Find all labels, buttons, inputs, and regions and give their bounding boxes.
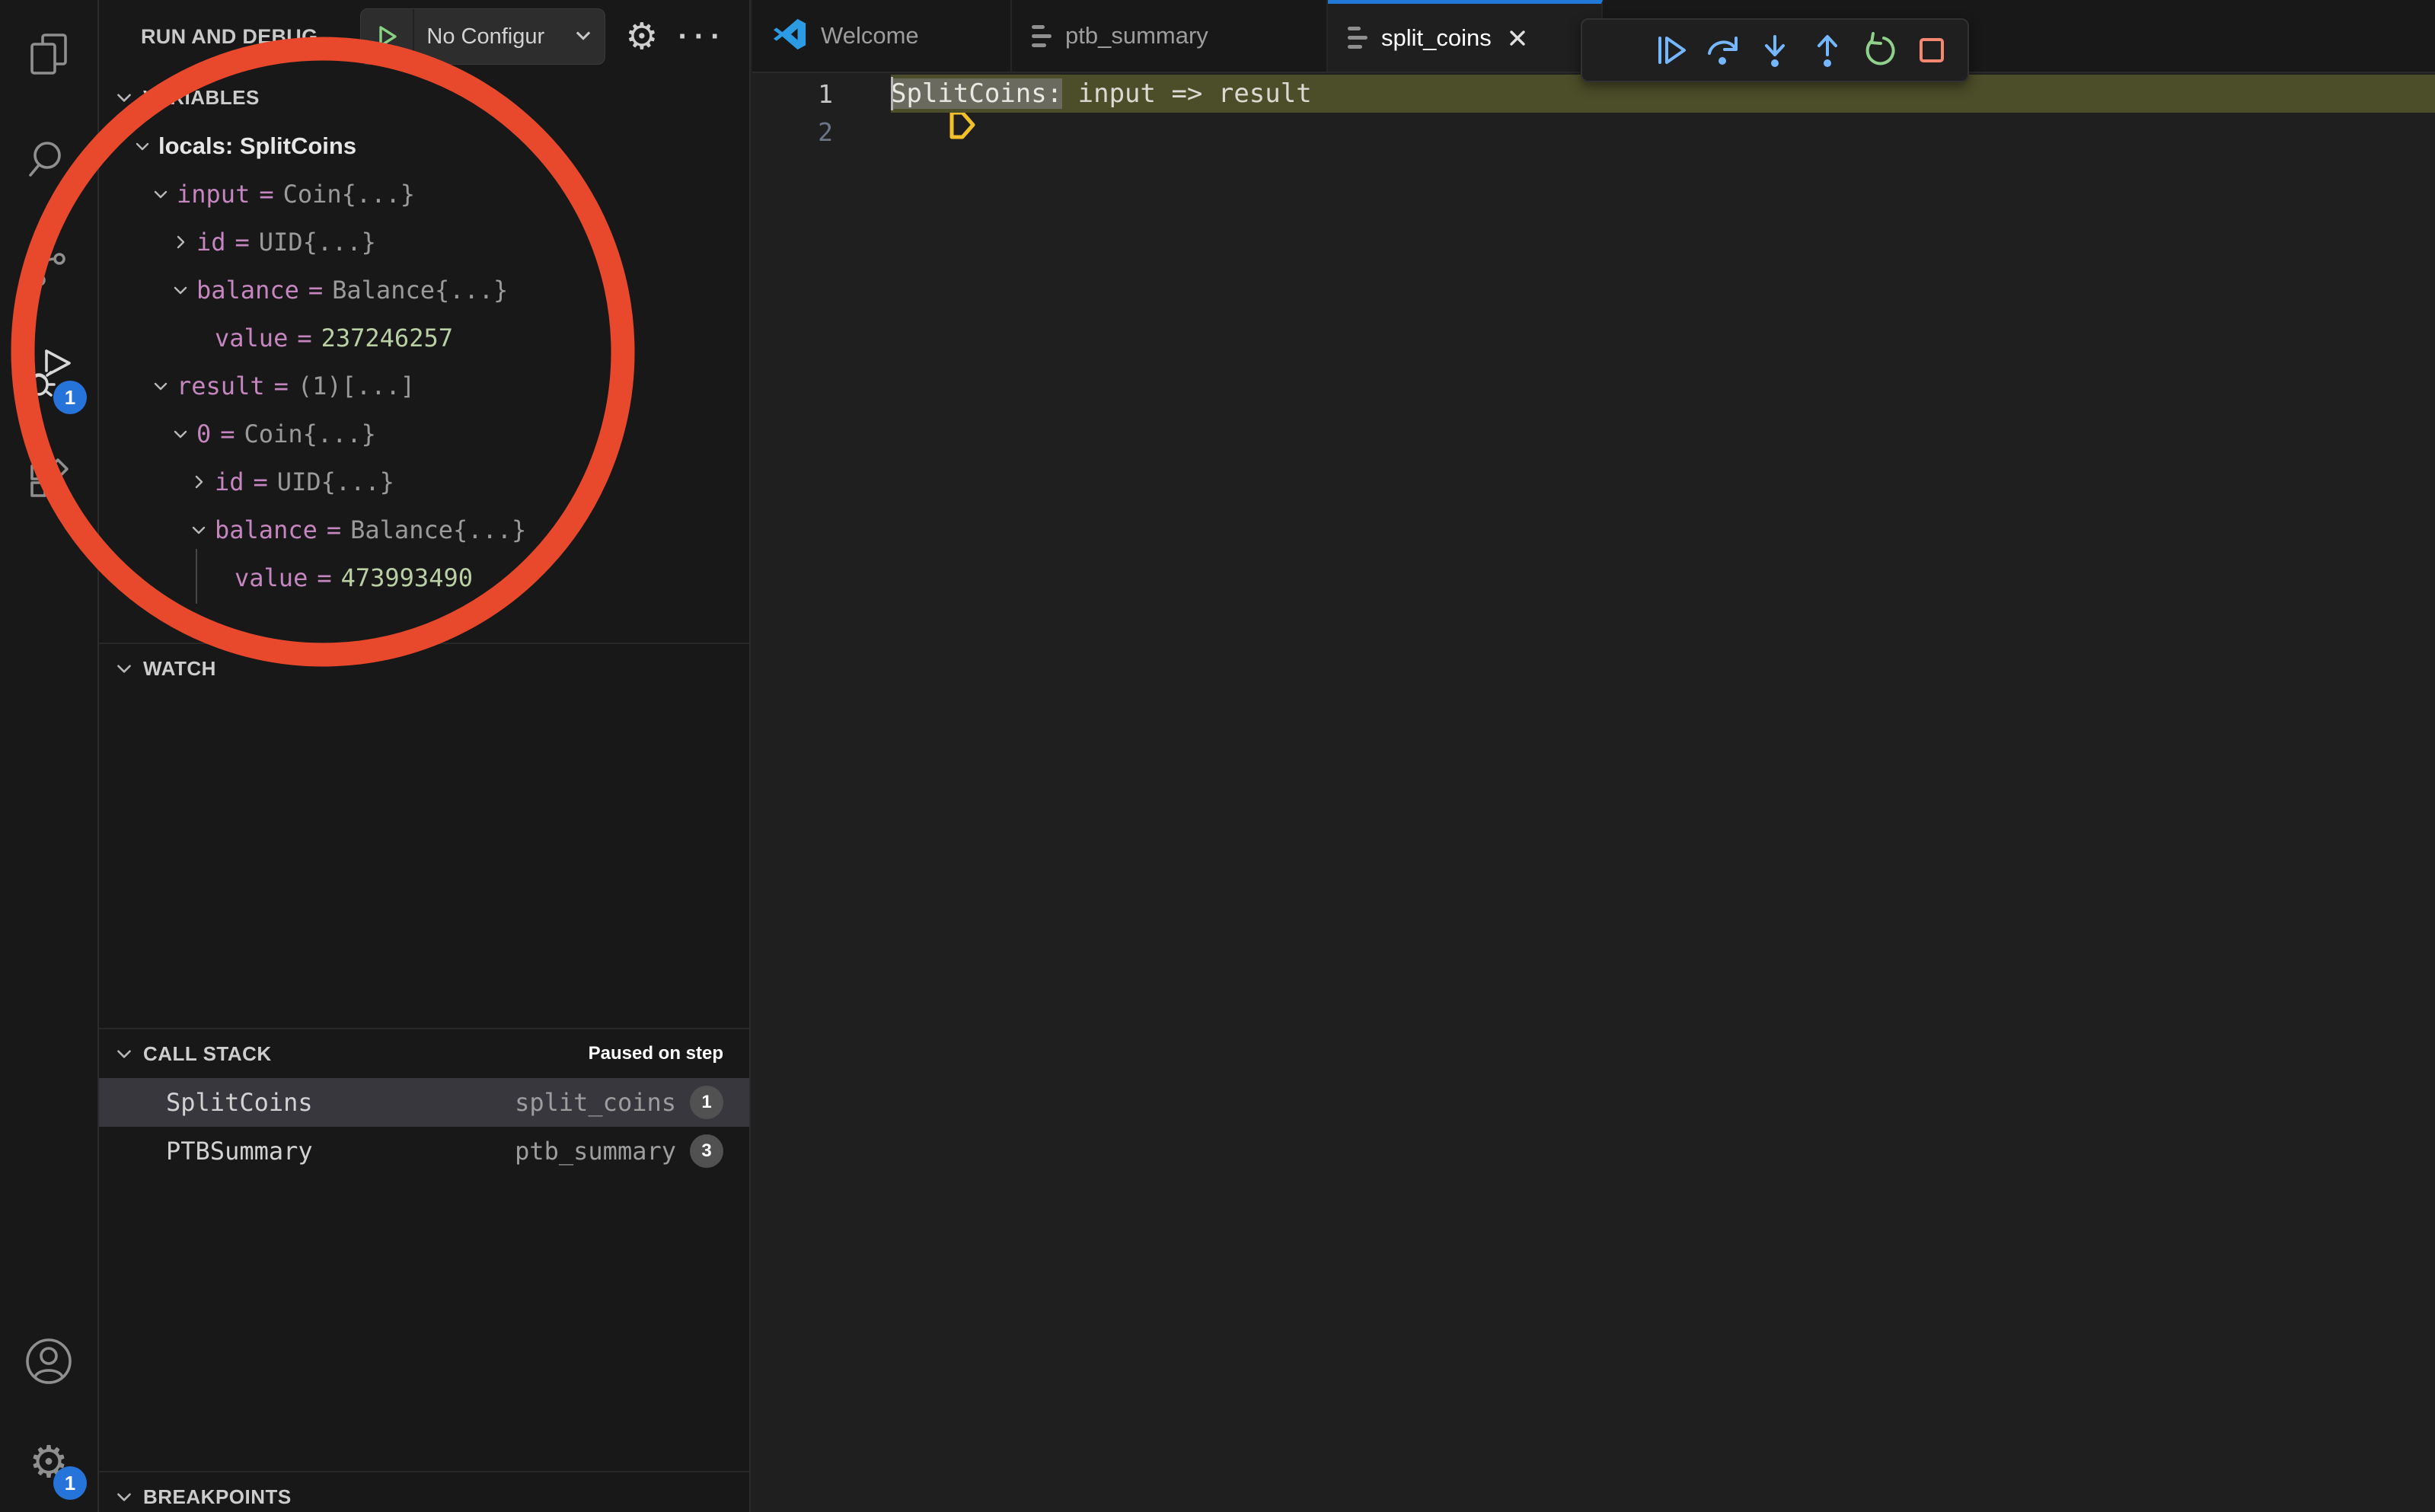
paused-status: Paused on step: [589, 1043, 723, 1064]
call-stack-header[interactable]: CALL STACK Paused on step: [99, 1029, 749, 1078]
chevron-down-icon: [111, 1041, 137, 1067]
search-icon[interactable]: [0, 107, 97, 213]
tree-row-result[interactable]: result = (1)[...]: [99, 362, 749, 410]
breakpoints-section: BREAKPOINTS: [99, 1471, 749, 1512]
chevron-down-icon[interactable]: [148, 181, 174, 207]
start-debugging-icon[interactable]: [361, 9, 414, 64]
chevron-down-icon: [111, 656, 137, 681]
debug-toolbar: [1581, 18, 1969, 82]
restart-icon[interactable]: [1856, 27, 1903, 74]
breakpoints-header[interactable]: BREAKPOINTS: [99, 1472, 749, 1512]
gutter[interactable]: 2: [752, 113, 891, 151]
activity-bar: 1 ⚙ 1: [0, 0, 99, 1512]
line-number: 1: [818, 79, 833, 109]
explorer-icon[interactable]: [0, 0, 97, 107]
watch-header[interactable]: WATCH: [99, 644, 749, 693]
extensions-icon[interactable]: [0, 426, 97, 533]
chevron-down-icon: [111, 85, 137, 110]
editor-group: Welcome ptb_summary split_coins: [752, 0, 2435, 1512]
call-stack-section: CALL STACK Paused on step SplitCoins spl…: [99, 1028, 749, 1471]
file-icon: [1348, 27, 1367, 49]
text-cursor: [891, 77, 893, 110]
step-out-icon[interactable]: [1804, 27, 1851, 74]
source-control-icon[interactable]: [0, 213, 97, 320]
chevron-down-icon[interactable]: [186, 517, 212, 543]
step-over-icon[interactable]: [1699, 27, 1746, 74]
settings-badge: 1: [53, 1466, 87, 1500]
step-into-icon[interactable]: [1751, 27, 1798, 74]
tree-row-input[interactable]: input = Coin{...}: [99, 170, 749, 218]
tree-row-value[interactable]: value = 237246257: [99, 314, 749, 362]
close-icon[interactable]: [1507, 27, 1528, 49]
sidebar-header: RUN AND DEBUG No Configur ⚙ ···: [99, 0, 749, 73]
chevron-down-icon: [573, 24, 594, 49]
tab-welcome[interactable]: Welcome: [752, 0, 1012, 72]
chevron-right-icon[interactable]: [168, 229, 193, 255]
toolbar-drag-grip[interactable]: [1594, 27, 1642, 74]
chevron-down-icon[interactable]: [129, 133, 155, 159]
frame-line-badge: 3: [690, 1134, 723, 1168]
sidebar-title: RUN AND DEBUG: [141, 25, 318, 49]
variables-section: VARIABLES locals: SplitCoins input = Coi…: [99, 73, 749, 643]
continue-icon[interactable]: [1647, 27, 1694, 74]
stack-frame-splitcoins[interactable]: SplitCoins split_coins 1: [99, 1078, 749, 1127]
selected-token: SplitCoins:: [891, 78, 1062, 109]
run-config-dropdown[interactable]: No Configur: [360, 8, 605, 65]
tab-ptb-summary[interactable]: ptb_summary: [1012, 0, 1328, 72]
stack-frame-ptbsummary[interactable]: PTBSummary ptb_summary 3: [99, 1127, 749, 1175]
chevron-down-icon: [111, 1484, 137, 1510]
tree-row-index0[interactable]: 0 = Coin{...}: [99, 410, 749, 458]
vscode-logo-icon: [772, 17, 807, 56]
debug-badge: 1: [53, 381, 87, 414]
more-actions-icon[interactable]: ···: [678, 29, 726, 44]
variables-header[interactable]: VARIABLES: [99, 73, 749, 122]
tab-split-coins[interactable]: split_coins: [1328, 0, 1603, 72]
code-text: input => result: [1062, 78, 1312, 109]
watch-section: WATCH: [99, 643, 749, 1028]
line-number: 2: [818, 117, 833, 147]
activity-bar-top-group: 1: [0, 0, 97, 533]
activity-bar-bottom-group: ⚙ 1: [0, 1311, 97, 1512]
frame-line-badge: 1: [690, 1086, 723, 1119]
run-and-debug-sidebar: RUN AND DEBUG No Configur ⚙ ···: [99, 0, 751, 1512]
tree-row-locals[interactable]: locals: SplitCoins: [99, 122, 749, 170]
file-icon: [1032, 25, 1052, 47]
run-config-label: No Configur: [414, 24, 573, 49]
tree-row-balance[interactable]: balance = Balance{...}: [99, 266, 749, 314]
tree-row-value2[interactable]: value = 473993490: [99, 553, 749, 601]
code-area[interactable]: 1 SplitCoins: input => result 2: [752, 75, 2435, 151]
chevron-right-icon[interactable]: [186, 469, 212, 495]
settings-gear-icon[interactable]: ⚙ 1: [0, 1412, 97, 1512]
code-line-2[interactable]: 2: [752, 113, 2435, 151]
vscode-window: 1 ⚙ 1: [0, 0, 2435, 1512]
debug-settings-gear-icon[interactable]: ⚙: [625, 18, 658, 55]
chevron-down-icon[interactable]: [168, 421, 193, 447]
code-content[interactable]: [891, 113, 2435, 151]
chevron-down-icon[interactable]: [148, 373, 174, 399]
stop-icon[interactable]: [1908, 27, 1955, 74]
accounts-icon[interactable]: [0, 1311, 97, 1412]
tree-row-id[interactable]: id = UID{...}: [99, 218, 749, 266]
chevron-down-icon[interactable]: [168, 277, 193, 303]
gear-glyph: ⚙: [625, 15, 658, 58]
run-and-debug-icon[interactable]: 1: [0, 320, 97, 426]
gutter[interactable]: 1: [752, 75, 891, 113]
tree-row-balance2[interactable]: balance = Balance{...}: [99, 506, 749, 553]
tree-row-id2[interactable]: id = UID{...}: [99, 458, 749, 506]
